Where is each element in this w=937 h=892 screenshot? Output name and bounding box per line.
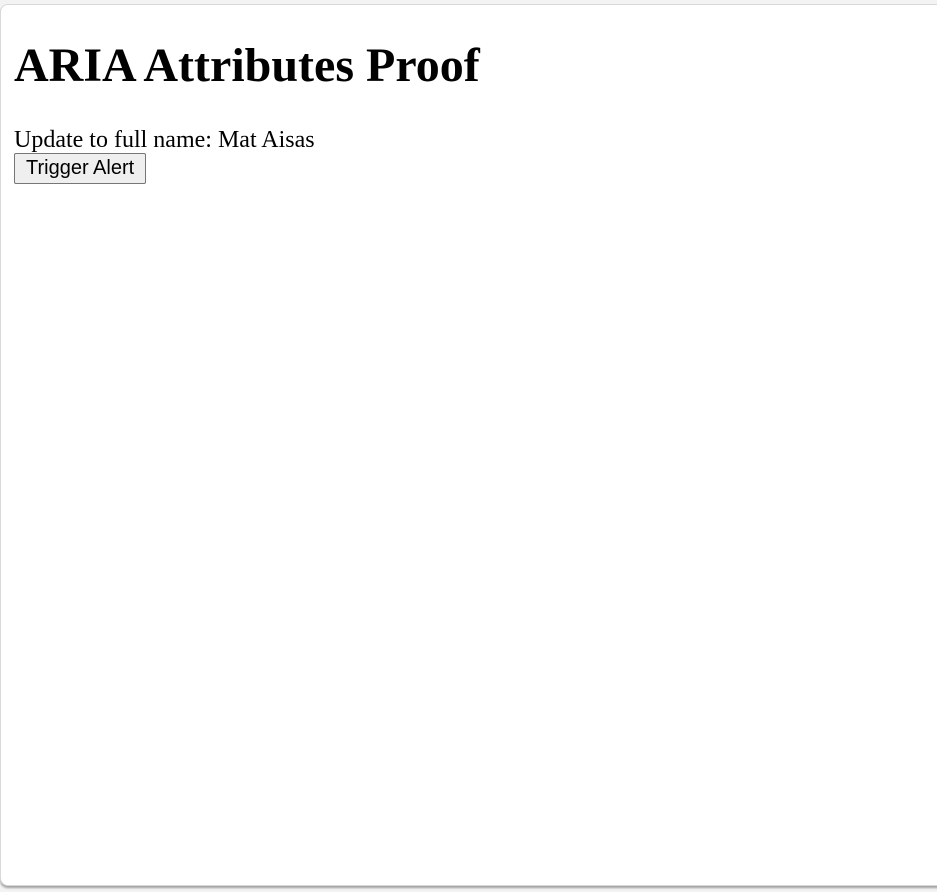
page-viewport: ARIA Attributes Proof Update to full nam… (0, 4, 937, 886)
status-prefix: Update to full name: (14, 127, 218, 153)
name-status: Update to full name: Mat Aisas (14, 126, 315, 155)
page-title: ARIA Attributes Proof (14, 39, 480, 92)
trigger-alert-button[interactable]: Trigger Alert (14, 153, 147, 184)
full-name-value: Mat Aisas (217, 127, 315, 153)
